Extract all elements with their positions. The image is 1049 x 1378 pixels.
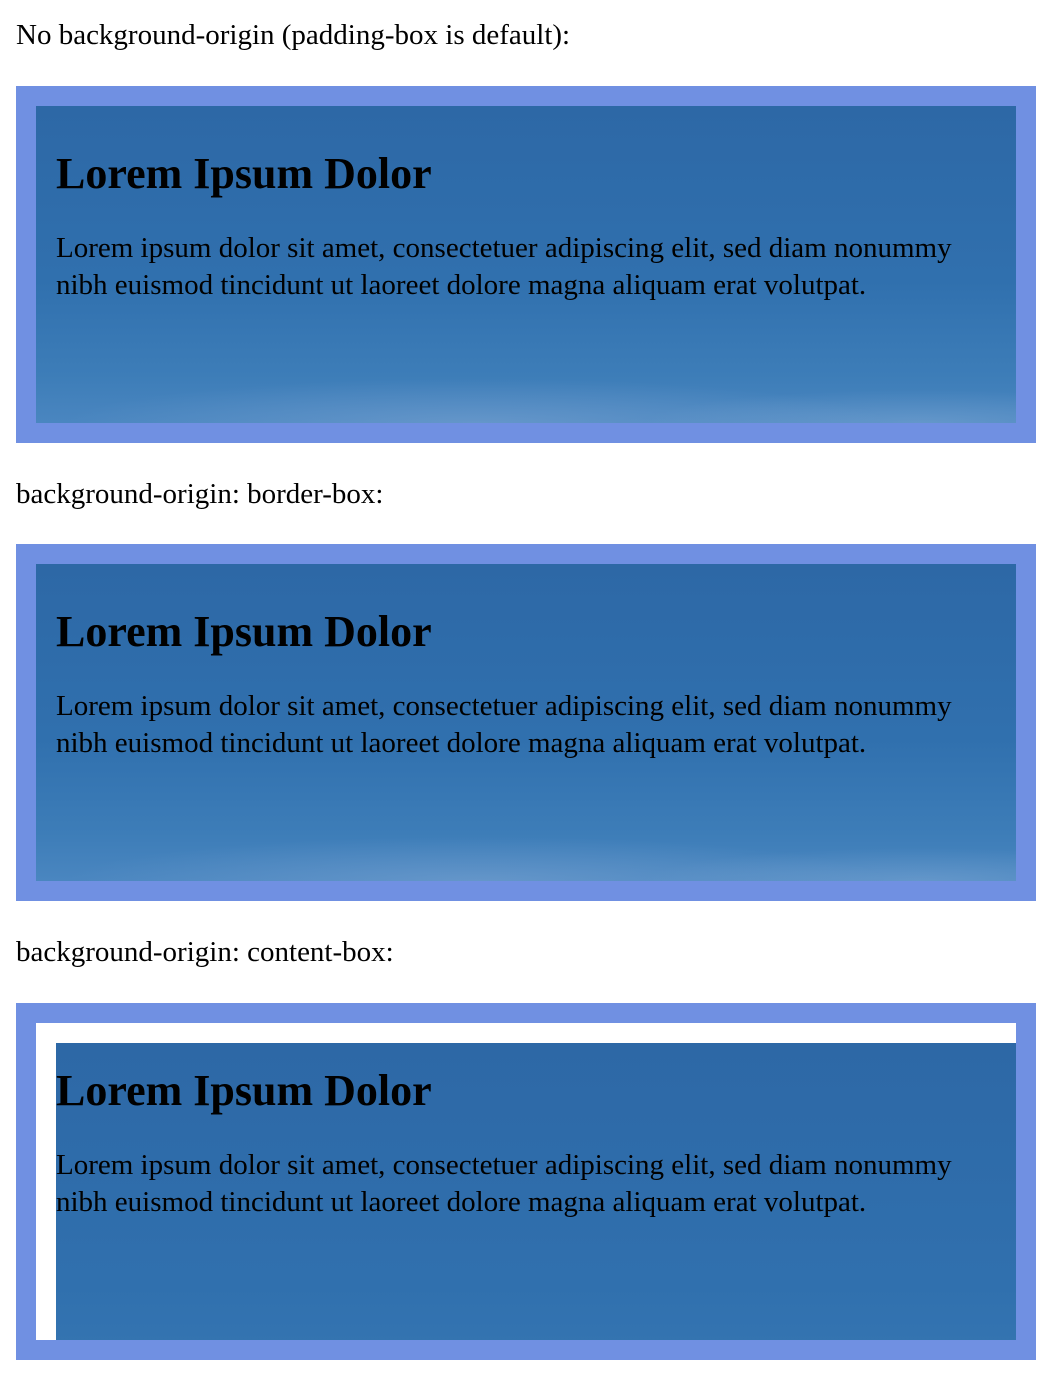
demo-box-paragraph: Lorem ipsum dolor sit amet, consectetuer…: [56, 232, 952, 301]
demo-box-heading: Lorem Ipsum Dolor: [56, 149, 432, 198]
demo-box-content-box: Lorem Ipsum Dolor Lorem ipsum dolor sit …: [16, 1003, 1036, 1360]
section-label-content-box: background-origin: content-box:: [16, 936, 394, 968]
demo-box-border-box: Lorem Ipsum Dolor Lorem ipsum dolor sit …: [16, 544, 1036, 901]
demo-box-paragraph: Lorem ipsum dolor sit amet, consectetuer…: [56, 690, 952, 759]
demo-box-heading: Lorem Ipsum Dolor: [56, 607, 432, 656]
demo-box-padding-box: Lorem Ipsum Dolor Lorem ipsum dolor sit …: [16, 86, 1036, 443]
demo-box-paragraph: Lorem ipsum dolor sit amet, consectetuer…: [56, 1149, 952, 1218]
demo-box-heading: Lorem Ipsum Dolor: [56, 1066, 432, 1115]
section-label-border-box: background-origin: border-box:: [16, 478, 384, 510]
section-label-default: No background-origin (padding-box is def…: [16, 19, 571, 51]
